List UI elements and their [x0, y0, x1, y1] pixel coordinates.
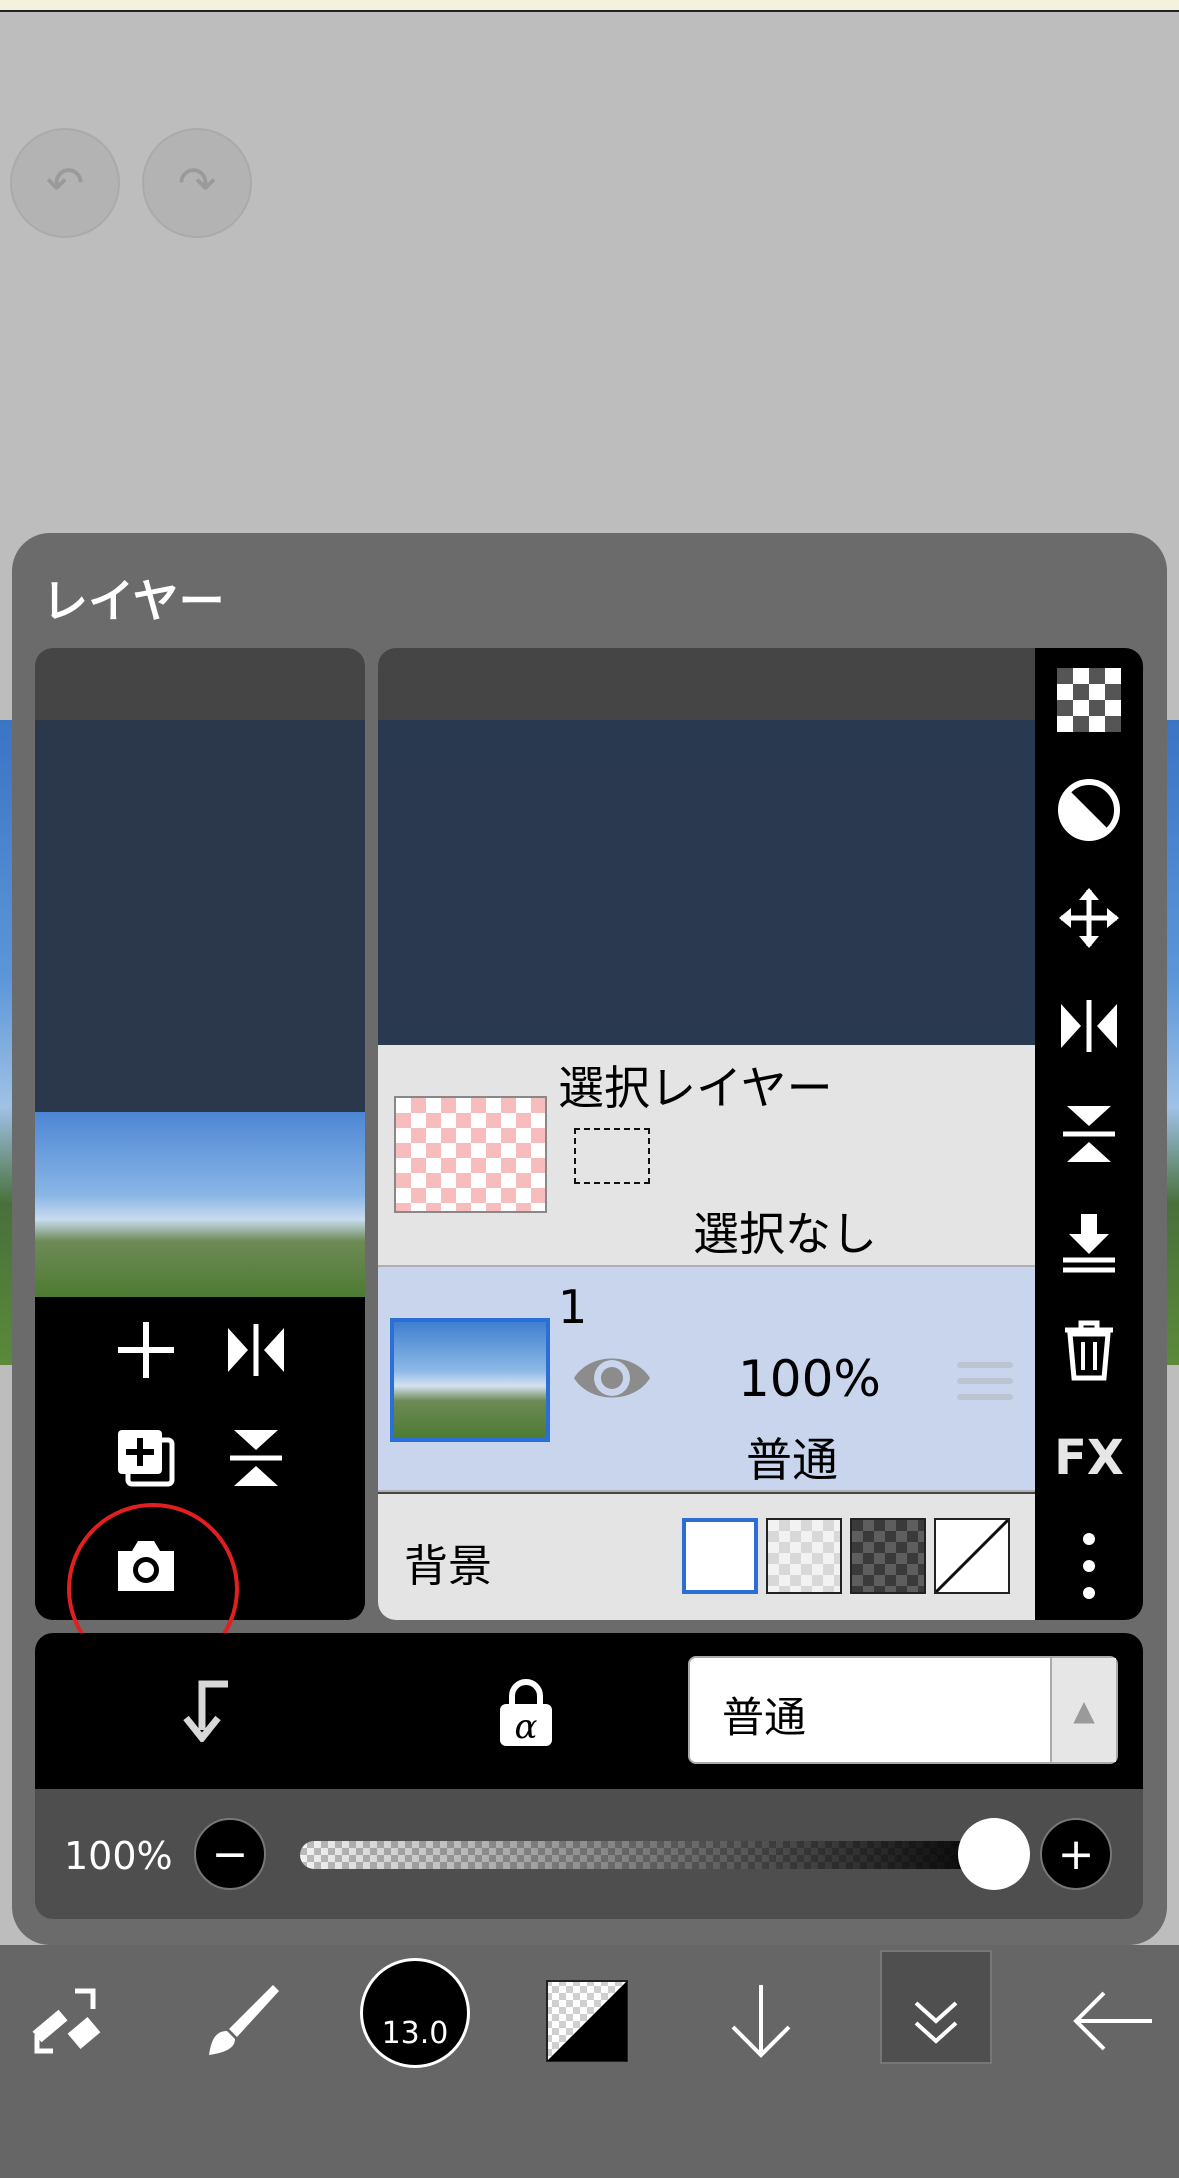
dropdown-arrow-icon[interactable]: ▲: [1050, 1658, 1116, 1762]
opacity-decrease-button[interactable]: −: [194, 1818, 266, 1890]
brush-icon: [209, 1985, 279, 2055]
redo-icon: ↷: [177, 156, 217, 210]
arrow-down-icon: [731, 1985, 791, 2058]
flip-horizontal-icon: [1061, 1000, 1117, 1052]
flip-vertical-button[interactable]: [214, 1416, 298, 1500]
top-border: [0, 0, 1179, 12]
selection-status: 選択なし: [693, 1207, 877, 1261]
side-flip-vertical-button[interactable]: [1045, 1090, 1133, 1178]
add-layer-button[interactable]: [104, 1308, 188, 1392]
brush-tool-button[interactable]: [186, 1966, 296, 2076]
move-icon: [1059, 888, 1119, 948]
duplicate-layer-button[interactable]: [104, 1416, 188, 1500]
half-circle-icon: [1058, 779, 1120, 841]
opacity-slider[interactable]: [300, 1841, 1000, 1869]
transparency-button[interactable]: [1045, 656, 1133, 744]
blend-mode-value: 普通: [722, 1693, 807, 1742]
alpha-lock-icon: α: [500, 1679, 552, 1747]
more-options-button[interactable]: [1045, 1522, 1133, 1610]
undo-icon: ↶: [45, 156, 85, 210]
background-dark-checker-swatch[interactable]: [850, 1518, 926, 1594]
background-white-swatch[interactable]: [682, 1518, 758, 1594]
drag-handle-line: [957, 1378, 1013, 1384]
layer-1-opacity: 100%: [738, 1350, 881, 1408]
visibility-toggle[interactable]: [570, 1348, 654, 1408]
alpha-lock-button[interactable]: α: [490, 1672, 562, 1752]
selection-layer-thumbnail: [394, 1096, 547, 1213]
move-button[interactable]: [1045, 874, 1133, 962]
canvas-preview: [35, 1112, 365, 1297]
plus-icon: +: [1057, 1828, 1095, 1880]
fx-button[interactable]: FX: [1045, 1414, 1133, 1502]
collapse-panel-button[interactable]: [881, 1966, 991, 2076]
drag-handle-line: [957, 1394, 1013, 1400]
arrow-left-icon: [1073, 1991, 1152, 2051]
opacity-slider-thumb[interactable]: [958, 1818, 1030, 1890]
color-swatch-icon: [546, 1980, 628, 2062]
minus-icon: −: [211, 1828, 249, 1880]
flip-horizontal-icon: [228, 1324, 284, 1376]
flip-vertical-icon: [230, 1430, 282, 1486]
background-none-swatch[interactable]: [934, 1518, 1010, 1594]
merge-down-icon: [1063, 1214, 1115, 1273]
merge-down-button[interactable]: [1045, 1198, 1133, 1286]
opacity-value: 100%: [64, 1834, 173, 1878]
layer-1-number: 1: [558, 1280, 588, 1334]
selection-marquee-icon: [574, 1128, 650, 1184]
brush-size-value: 13.0: [381, 2016, 449, 2051]
flip-horizontal-button[interactable]: [214, 1308, 298, 1392]
duplicate-icon: [118, 1430, 175, 1487]
transform-tool-button[interactable]: [10, 1966, 120, 2076]
drag-handle-icon[interactable]: [957, 1362, 1013, 1368]
clipping-arrow-icon: [183, 1680, 228, 1742]
eye-icon: [574, 1358, 650, 1398]
background-light-checker-swatch[interactable]: [766, 1518, 842, 1594]
swap-tool-icon: [32, 1988, 101, 2054]
checkerboard-icon: [1057, 668, 1121, 732]
back-button[interactable]: [1058, 1966, 1168, 2076]
side-flip-horizontal-button[interactable]: [1045, 982, 1133, 1070]
invert-button[interactable]: [1045, 766, 1133, 854]
background-label: 背景: [404, 1541, 492, 1592]
trash-icon: [1065, 1320, 1113, 1381]
selection-layer-name: 選択レイヤー: [558, 1061, 833, 1115]
preview-shade: [35, 720, 365, 1112]
svg-text:α: α: [515, 1707, 538, 1747]
brush-size-button[interactable]: 13.0: [360, 1958, 470, 2068]
clip-button[interactable]: [166, 1672, 238, 1748]
opacity-increase-button[interactable]: +: [1040, 1818, 1112, 1890]
more-vertical-icon: [1083, 1533, 1095, 1599]
delete-layer-button[interactable]: [1045, 1306, 1133, 1394]
redo-button[interactable]: ↷: [142, 128, 252, 238]
double-chevron-down-icon: [914, 2001, 958, 2044]
layer-1-blend-mode: 普通: [746, 1433, 838, 1487]
panel-title: レイヤー: [42, 574, 225, 628]
undo-button[interactable]: ↶: [10, 128, 120, 238]
layer-down-button[interactable]: [706, 1966, 816, 2076]
list-shade: [378, 720, 1035, 1045]
diagonal-slash-icon: [936, 1520, 1008, 1592]
color-button[interactable]: [532, 1966, 642, 2076]
flip-vertical-icon: [1063, 1106, 1115, 1162]
fx-icon: FX: [1054, 1430, 1124, 1486]
plus-icon: [118, 1322, 174, 1378]
layer-1-thumbnail: [390, 1318, 550, 1442]
